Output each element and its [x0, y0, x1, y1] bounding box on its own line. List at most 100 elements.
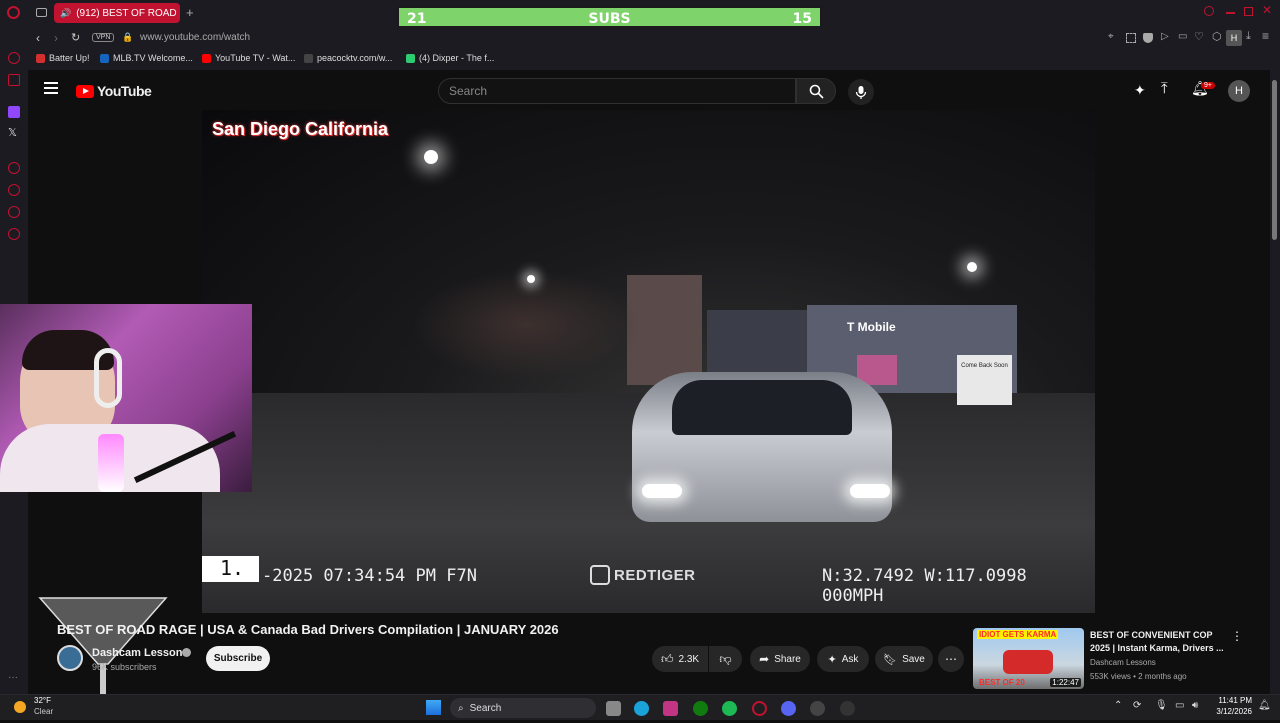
- video-player[interactable]: T Mobile Come Back Soon San Diego Califo…: [202, 110, 1095, 613]
- mlb-icon: [100, 53, 109, 63]
- 4k-app-icon[interactable]: [840, 701, 855, 716]
- location-caption: San Diego California: [212, 119, 389, 139]
- search-button[interactable]: [796, 78, 836, 104]
- bookmark-item[interactable]: peacocktv.com/w...: [304, 53, 392, 63]
- recommended-channel[interactable]: Dashcam Lessons: [1090, 658, 1156, 667]
- channel-avatar[interactable]: [57, 645, 83, 671]
- weather-icon[interactable]: [14, 701, 26, 713]
- subscribe-button[interactable]: Subscribe: [206, 646, 270, 671]
- profile-avatar[interactable]: H: [1226, 30, 1242, 46]
- tray-chevron-icon[interactable]: ⌃: [1114, 700, 1122, 711]
- messenger-icon[interactable]: [8, 52, 20, 64]
- x-twitter-icon[interactable]: 𝕏: [8, 126, 17, 139]
- snapshot-icon[interactable]: [1126, 33, 1136, 43]
- weather-desc: Clear: [34, 707, 54, 716]
- recommended-more-icon[interactable]: ⋮: [1231, 629, 1243, 643]
- search-input[interactable]: Search: [438, 78, 796, 104]
- bookmark-item[interactable]: Batter Up!: [36, 53, 90, 63]
- taskbar-search[interactable]: ⌕ Search: [450, 698, 596, 718]
- store-sign: T Mobile: [847, 320, 896, 334]
- tray-sync-icon[interactable]: ⟳: [1133, 700, 1141, 711]
- instagram-icon[interactable]: [663, 701, 678, 716]
- opera-logo-icon[interactable]: [7, 6, 20, 19]
- notifications-icon[interactable]: 🔔︎: [1258, 700, 1271, 711]
- date-digit-box: 1.: [202, 556, 259, 582]
- file-explorer-icon[interactable]: [606, 701, 621, 716]
- youtube-icon: [202, 53, 211, 63]
- maximize-button[interactable]: [1244, 7, 1253, 16]
- hamburger-menu-icon[interactable]: [44, 82, 58, 94]
- spotify-icon[interactable]: [722, 701, 737, 716]
- trees: [412, 270, 642, 380]
- menu-icon[interactable]: ≡: [1262, 29, 1269, 43]
- player-icon[interactable]: [8, 162, 20, 174]
- clock-time[interactable]: 11:41 PM: [1210, 696, 1252, 705]
- shield-icon[interactable]: [1143, 33, 1153, 43]
- discord-icon[interactable]: [781, 701, 796, 716]
- lock-icon: 🔒: [122, 32, 134, 42]
- new-tab-button[interactable]: +: [186, 5, 194, 20]
- close-window-button[interactable]: ✕: [1262, 3, 1272, 17]
- youtube-play-icon: [76, 84, 94, 98]
- pin-icon[interactable]: ⌖: [1108, 31, 1114, 42]
- forward-arrow-icon[interactable]: ›: [54, 31, 58, 45]
- play-icon[interactable]: ▷: [1161, 31, 1169, 42]
- vpn-badge[interactable]: VPN: [92, 33, 115, 42]
- recommended-thumbnail[interactable]: IDIOT GETS KARMA BEST OF 20 1:22:47: [973, 628, 1084, 689]
- more-actions-button[interactable]: ⋯: [938, 646, 964, 672]
- save-button[interactable]: 🔖︎ Save: [875, 646, 933, 672]
- sidebar-more-icon[interactable]: ···: [8, 672, 18, 683]
- tab-active[interactable]: 🔊 (912) BEST OF ROAD R ✕: [54, 3, 180, 23]
- reload-icon[interactable]: ↻: [71, 31, 80, 44]
- account-avatar[interactable]: H: [1228, 80, 1250, 102]
- tray-mic-icon[interactable]: 🎙︎: [1155, 700, 1168, 711]
- steam-icon[interactable]: [810, 701, 825, 716]
- page-scrollbar-thumb[interactable]: [1272, 80, 1277, 240]
- voice-search-button[interactable]: [848, 79, 874, 105]
- peacock-icon: [304, 53, 313, 63]
- share-button[interactable]: ➦ Share: [750, 646, 810, 672]
- street-light: [527, 275, 535, 283]
- twitch-icon[interactable]: [8, 106, 20, 118]
- tray-volume-icon[interactable]: 🔊︎: [1192, 700, 1198, 711]
- youtube-logo[interactable]: YouTube: [76, 83, 152, 99]
- heart-icon[interactable]: ♡: [1194, 30, 1204, 43]
- like-button[interactable]: 👍︎ 2.3K: [652, 646, 708, 672]
- recommended-title[interactable]: BEST OF CONVENIENT COP 2025 | Instant Ka…: [1090, 629, 1225, 655]
- bookmark-label: Batter Up!: [49, 53, 90, 63]
- clock-date[interactable]: 3/12/2026: [1210, 707, 1252, 716]
- dislike-button[interactable]: 👎︎: [709, 646, 742, 672]
- parking-sign-text: Come Back Soon: [961, 363, 1008, 369]
- thumbs-up-icon: 👍︎: [660, 651, 674, 666]
- youtube-header: YouTube Search ✦ ⤒ 🔔︎ 9+ H: [28, 70, 1280, 110]
- tray-network-icon[interactable]: ▭: [1175, 700, 1184, 711]
- search-tabs-icon[interactable]: [1204, 6, 1214, 16]
- download-icon[interactable]: ⤓: [1246, 30, 1251, 43]
- settings-gear-icon[interactable]: [8, 228, 20, 240]
- bookmark-label: (4) Dixper - The f...: [419, 53, 495, 63]
- send-icon[interactable]: [8, 206, 20, 218]
- ask-button[interactable]: ✦ Ask: [817, 646, 869, 672]
- minimize-button[interactable]: [1226, 12, 1235, 14]
- back-arrow-icon[interactable]: ‹: [36, 31, 40, 45]
- windows-taskbar: 32°F Clear ⌕ Search ⌃ ⟳ 🎙︎ ▭ 🔊︎ 11:41 PM…: [0, 694, 1280, 720]
- xbox-icon[interactable]: [693, 701, 708, 716]
- edge-icon[interactable]: [634, 701, 649, 716]
- url-field[interactable]: www.youtube.com/watch: [140, 32, 250, 43]
- bookmark-label: peacocktv.com/w...: [317, 53, 393, 63]
- tab-switcher-icon[interactable]: [36, 8, 47, 17]
- upload-icon[interactable]: ⤒: [1161, 80, 1168, 97]
- bookmark-item[interactable]: (4) Dixper - The f...: [406, 53, 494, 63]
- youtube-logo-text: YouTube: [97, 83, 152, 99]
- extensions-icon[interactable]: ⬡: [1212, 30, 1222, 43]
- create-icon[interactable]: ✦: [1134, 82, 1146, 99]
- bag-icon[interactable]: [8, 74, 20, 86]
- history-icon[interactable]: [8, 184, 20, 196]
- bookmark-item[interactable]: MLB.TV Welcome...: [100, 53, 193, 63]
- opera-gx-icon[interactable]: [752, 701, 767, 716]
- windows-start-icon[interactable]: [426, 700, 441, 715]
- bookmark-item[interactable]: YouTube TV - Wat...: [202, 53, 295, 63]
- wallet-icon[interactable]: ▭: [1178, 31, 1187, 42]
- channel-name[interactable]: Dashcam Lessons: [92, 647, 189, 659]
- sparkle-icon: ✦: [827, 653, 837, 666]
